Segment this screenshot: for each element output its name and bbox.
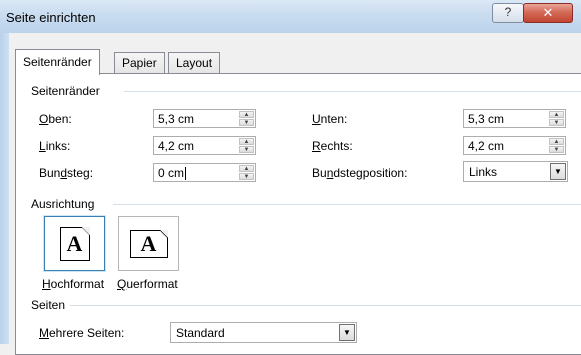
- section-title-orientation: Ausrichtung: [31, 197, 95, 211]
- tab-layout[interactable]: Layout: [168, 52, 221, 74]
- spin-down-icon[interactable]: ▼: [239, 173, 254, 180]
- label-left: Links:: [39, 139, 71, 153]
- text-cursor: [185, 167, 187, 181]
- left-margin-value: 4,2 cm: [158, 139, 195, 153]
- chevron-down-icon[interactable]: ▼: [550, 163, 566, 180]
- label-gutter: Bundsteg:: [39, 166, 94, 180]
- label-gutter-position: Bundstegposition:: [312, 166, 408, 180]
- gutter-position-select[interactable]: Links ▼: [463, 161, 568, 182]
- spin-down-icon[interactable]: ▼: [549, 146, 564, 153]
- window-title: Seite einrichten: [6, 10, 96, 25]
- multiple-pages-value: Standard: [176, 326, 225, 340]
- landscape-button[interactable]: A: [118, 216, 179, 271]
- spin-down-icon[interactable]: ▼: [239, 146, 254, 153]
- title-bar: Seite einrichten ? ✕: [0, 0, 581, 33]
- bottom-margin-spinner[interactable]: 5,3 cm ▲ ▼: [463, 109, 566, 128]
- spin-up-icon[interactable]: ▲: [239, 138, 254, 145]
- separator: [113, 204, 581, 205]
- tab-seitenraender[interactable]: Seitenränder: [15, 49, 100, 75]
- section-title-margins: Seitenränder: [31, 84, 100, 98]
- label-multiple-pages: Mehrere Seiten:: [39, 326, 125, 340]
- gutter-value: 0 cm: [158, 166, 187, 181]
- separator: [70, 305, 581, 306]
- landscape-page-icon: A: [129, 229, 168, 258]
- gutter-position-value: Links: [469, 165, 498, 179]
- window-frame: [0, 33, 9, 344]
- label-top: Oben:: [39, 112, 72, 126]
- close-button[interactable]: ✕: [523, 3, 573, 23]
- landscape-label: Querformat: [117, 277, 178, 291]
- right-margin-value: 4,2 cm: [468, 139, 505, 153]
- left-margin-spinner[interactable]: 4,2 cm ▲ ▼: [153, 136, 256, 155]
- top-margin-spinner[interactable]: 5,3 cm ▲ ▼: [153, 109, 256, 128]
- tab-papier[interactable]: Papier: [114, 52, 165, 74]
- spin-up-icon[interactable]: ▲: [239, 111, 254, 118]
- spin-down-icon[interactable]: ▼: [549, 119, 564, 126]
- portrait-button[interactable]: A: [43, 215, 106, 272]
- spin-up-icon[interactable]: ▲: [239, 165, 254, 172]
- bottom-margin-value: 5,3 cm: [468, 112, 505, 126]
- top-margin-value: 5,3 cm: [158, 112, 195, 126]
- help-button[interactable]: ?: [492, 3, 524, 23]
- spin-up-icon[interactable]: ▲: [549, 111, 564, 118]
- label-bottom: Unten:: [312, 112, 348, 126]
- right-margin-spinner[interactable]: 4,2 cm ▲ ▼: [463, 136, 566, 155]
- portrait-page-icon: A: [59, 226, 90, 261]
- multiple-pages-select[interactable]: Standard ▼: [170, 322, 357, 343]
- spin-up-icon[interactable]: ▲: [549, 138, 564, 145]
- chevron-down-icon[interactable]: ▼: [339, 324, 355, 341]
- portrait-label: Hochformat: [42, 277, 105, 291]
- separator: [124, 91, 581, 92]
- spin-down-icon[interactable]: ▼: [239, 119, 254, 126]
- section-title-pages: Seiten: [31, 298, 66, 312]
- gutter-spinner[interactable]: 0 cm ▲ ▼: [153, 163, 256, 182]
- label-right: Rechts:: [312, 139, 353, 153]
